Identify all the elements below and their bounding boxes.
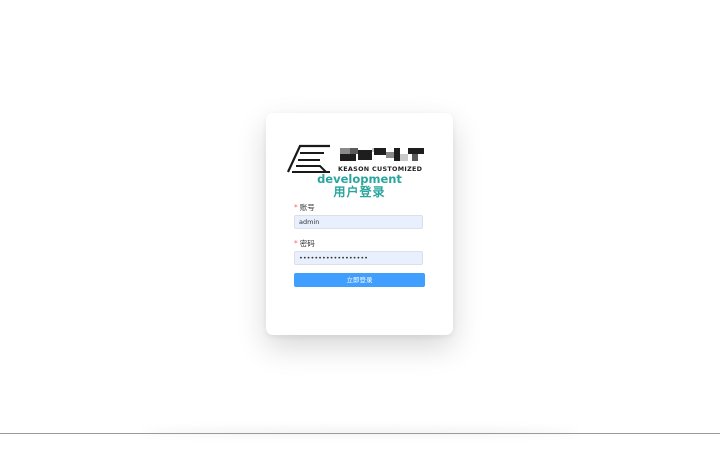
company-logo: KEASON CUSTOMIZED <box>286 143 426 175</box>
bottom-shadow <box>140 428 580 436</box>
login-button[interactable]: 立即登录 <box>294 273 425 287</box>
bottom-divider <box>0 433 720 434</box>
required-mark: * <box>294 203 298 212</box>
logo-wordmark-pixelated <box>340 148 424 162</box>
password-label-text: 密码 <box>299 239 315 248</box>
login-card: KEASON CUSTOMIZED development 用户登录 *账号 *… <box>266 113 453 335</box>
account-label-text: 账号 <box>299 203 315 212</box>
password-label: * 密码 <box>294 238 315 249</box>
required-mark: * <box>294 239 298 248</box>
account-input[interactable] <box>294 215 423 229</box>
password-input[interactable] <box>294 251 423 265</box>
account-label: * 账号 <box>294 202 315 213</box>
pyramid-logo-icon <box>287 144 330 173</box>
page: KEASON CUSTOMIZED development 用户登录 *账号 *… <box>0 0 720 450</box>
page-title: 用户登录 <box>333 185 386 199</box>
